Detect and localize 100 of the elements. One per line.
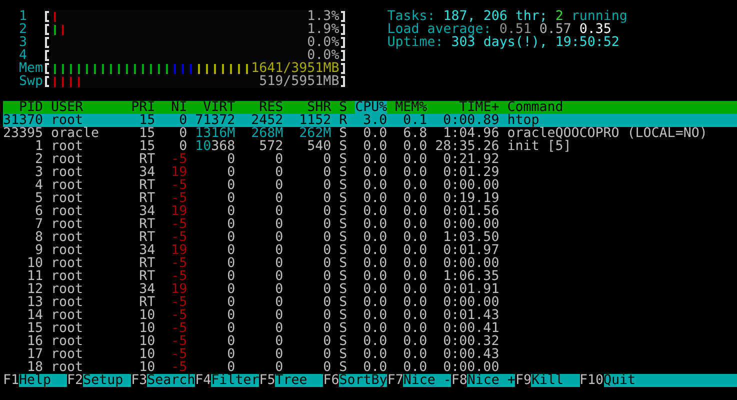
- function-key-label: F1: [3, 374, 20, 387]
- function-key-button[interactable]: Search: [147, 374, 196, 387]
- table-cell-text: 0.0: [402, 257, 428, 270]
- table-cell-text: 11: [26, 270, 44, 283]
- column-header[interactable]: NI: [163, 101, 188, 114]
- table-cell-text: 0: [322, 231, 332, 244]
- table-cell-text: root: [51, 244, 84, 257]
- table-cell-text: 19: [170, 205, 188, 218]
- table-cell-text: 0: [322, 179, 332, 192]
- table-cell-text: 0.0: [402, 140, 428, 153]
- table-cell-text: root: [51, 218, 84, 231]
- function-key-button[interactable]: Help: [19, 374, 68, 387]
- table-cell-text: 0: [322, 283, 332, 296]
- column-header[interactable]: TIME+: [435, 101, 500, 114]
- column-header[interactable]: RES: [243, 101, 284, 114]
- summary-value: 303 days(!), 19:50:52: [451, 36, 620, 49]
- table-cell-text: root: [51, 270, 84, 283]
- column-header[interactable]: USER: [51, 101, 124, 114]
- table-cell-text: root: [51, 192, 84, 205]
- column-header[interactable]: Command: [507, 101, 729, 114]
- table-cell-text: 1:03.50: [442, 231, 500, 244]
- table-cell-text: 34: [138, 166, 156, 179]
- table-cell-text: 0: [322, 257, 332, 270]
- table-cell-text: 34: [138, 205, 156, 218]
- column-header[interactable]: PRI: [131, 101, 156, 114]
- table-cell-text: 0:01.29: [442, 166, 500, 179]
- table-cell-text: root: [51, 205, 84, 218]
- table-cell-text: 2: [34, 153, 44, 166]
- table-cell: S: [339, 166, 348, 179]
- function-key-label: F2: [67, 374, 84, 387]
- function-key-button[interactable]: Tree: [275, 374, 324, 387]
- table-cell-text: 2452: [250, 114, 284, 127]
- table-cell-text: 0: [322, 192, 332, 205]
- table-cell-text: 19: [170, 166, 188, 179]
- table-cell-text: 0.0: [402, 179, 428, 192]
- table-cell-text: 0: [178, 127, 188, 140]
- table-cell-text: 1:06.35: [442, 270, 500, 283]
- table-cell-text: 17: [26, 348, 44, 361]
- process-row[interactable]: 31370 root 15 0 71372 2452 1152 R 3.0 0.1 0:00.89 htop: [3, 114, 737, 127]
- table-cell-text: 0: [322, 322, 332, 335]
- table-cell: 71372: [195, 114, 236, 127]
- table-cell-text: 0:00.32: [442, 335, 500, 348]
- table-cell-text: 0: [226, 244, 236, 257]
- function-key-button[interactable]: Filter: [211, 374, 260, 387]
- table-cell-text: root: [51, 348, 84, 361]
- table-cell-text: 0.0: [362, 296, 388, 309]
- table-cell-text: 0: [226, 270, 236, 283]
- function-key-button[interactable]: Setup: [83, 374, 132, 387]
- table-cell-text: 0: [226, 192, 236, 205]
- table-cell-text: root: [51, 361, 84, 374]
- function-key-button[interactable]: Nice -: [403, 374, 452, 387]
- column-header[interactable]: CPU%: [355, 101, 388, 114]
- table-cell-text: 0.0: [402, 218, 428, 231]
- function-key-button[interactable]: Kill: [531, 374, 580, 387]
- table-cell-text: 0: [226, 218, 236, 231]
- table-cell-text: 0: [179, 140, 188, 153]
- table-cell-text: 0: [227, 361, 236, 374]
- table-cell-text: oracle: [51, 127, 100, 140]
- function-key-button[interactable]: Nice +: [467, 374, 516, 387]
- table-cell: S: [339, 192, 348, 205]
- table-cell-text: -5: [170, 296, 188, 309]
- table-cell-text: -5: [170, 231, 188, 244]
- function-key-label: F7: [387, 374, 404, 387]
- meter-label: Swp: [19, 75, 44, 88]
- table-cell-text: 0.1: [402, 114, 428, 127]
- meter-bracket: [341, 50, 346, 61]
- table-cell-text: 0.0: [402, 270, 428, 283]
- table-cell-text: 1:04.96: [443, 127, 500, 140]
- table-cell: S: [339, 231, 348, 244]
- column-header[interactable]: SHR: [291, 101, 332, 114]
- table-cell-text: 0: [274, 335, 284, 348]
- table-cell-text: 10: [138, 348, 156, 361]
- column-header[interactable]: S: [339, 101, 348, 114]
- function-key-button[interactable]: Quit: [604, 374, 737, 387]
- table-cell-text: RT: [138, 192, 156, 205]
- column-header[interactable]: PID: [3, 101, 44, 114]
- column-header[interactable]: VIRT: [195, 101, 236, 114]
- table-cell-text: 0:19.19: [442, 192, 500, 205]
- table-cell-text: root: [51, 114, 84, 127]
- table-cell-text: -5: [170, 257, 188, 270]
- table-cell-text: 0: [322, 244, 332, 257]
- meter-label: 2: [19, 23, 28, 36]
- table-cell-text: 0:00.00: [442, 218, 500, 231]
- table-cell-text: 540: [306, 140, 332, 153]
- table-cell-text: 0.0: [362, 218, 388, 231]
- table-cell-text: 0.0: [362, 231, 388, 244]
- table-cell-text: 0.0: [362, 127, 388, 140]
- table-cell: S: [339, 179, 348, 192]
- function-key-button[interactable]: SortBy: [339, 374, 388, 387]
- table-cell-text: 0:01.91: [442, 283, 500, 296]
- table-cell-text: 19: [170, 244, 188, 257]
- meter-bracket: [341, 11, 346, 22]
- column-header[interactable]: MEM%: [395, 101, 428, 114]
- table-cell-text: 0.0: [402, 231, 428, 244]
- meter-reading: 1.9%: [307, 23, 340, 36]
- table-cell-text: 0: [322, 205, 332, 218]
- table-cell-text: 0.0: [402, 153, 428, 166]
- table-cell-text: root: [51, 283, 84, 296]
- table-cell: S: [339, 361, 348, 374]
- meter-bracket: [341, 63, 346, 74]
